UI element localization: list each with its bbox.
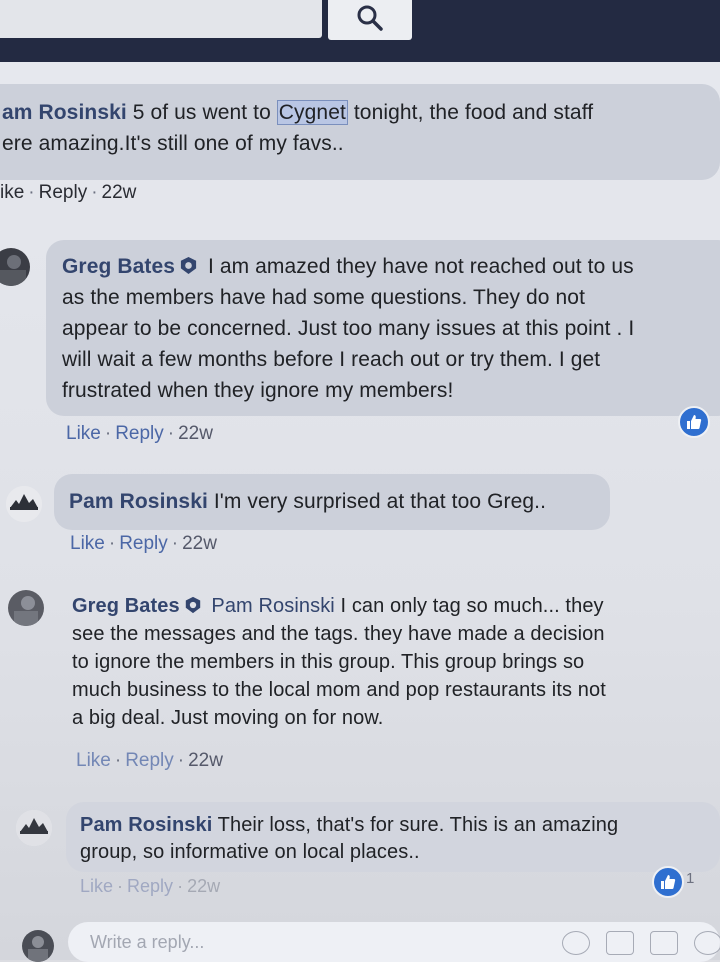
- like-icon: [661, 875, 676, 889]
- gif-icon[interactable]: [650, 931, 678, 955]
- avatar[interactable]: [0, 248, 30, 286]
- avatar[interactable]: [8, 590, 44, 626]
- like-link[interactable]: Like: [70, 533, 105, 554]
- top-navigation-bar: [0, 0, 720, 62]
- like-link[interactable]: ike: [0, 182, 24, 203]
- reply-link[interactable]: Reply: [39, 182, 88, 203]
- timestamp[interactable]: 22w: [102, 182, 137, 203]
- comment-actions: Like · Reply · 22w: [80, 876, 221, 896]
- like-link[interactable]: Like: [76, 750, 111, 771]
- reply-composer[interactable]: Write a reply...: [68, 922, 720, 962]
- reply-link[interactable]: Reply: [127, 876, 173, 896]
- comment-text: am Rosinski 5 of us went to Cygnet tonig…: [2, 100, 594, 155]
- timestamp[interactable]: 22w: [182, 533, 217, 554]
- comment-actions: ike · Reply · 22w: [0, 182, 137, 203]
- comments-feed: am Rosinski 5 of us went to Cygnet tonig…: [0, 62, 720, 960]
- emoji-icon[interactable]: [562, 931, 590, 955]
- reply-link[interactable]: Reply: [125, 750, 174, 771]
- admin-badge-icon: [180, 256, 197, 275]
- reply-input-placeholder: Write a reply...: [90, 932, 205, 952]
- sticker-icon[interactable]: [694, 931, 720, 955]
- like-icon: [687, 415, 702, 429]
- comment-text: Greg Bates I am amazed they have not rea…: [62, 255, 635, 402]
- search-input[interactable]: [0, 0, 322, 38]
- highlighted-term: Cygnet: [276, 100, 348, 125]
- reaction-count: 1: [686, 870, 695, 887]
- timestamp[interactable]: 22w: [188, 750, 223, 771]
- comment-author[interactable]: Pam Rosinski: [69, 490, 208, 513]
- reply-link[interactable]: Reply: [119, 533, 168, 554]
- reaction-badge[interactable]: [652, 866, 684, 898]
- admin-badge-icon: [185, 596, 200, 614]
- like-link[interactable]: Like: [66, 423, 101, 444]
- camera-icon[interactable]: [606, 931, 634, 955]
- timestamp[interactable]: 22w: [187, 876, 220, 896]
- tagged-user[interactable]: Pam Rosinski: [206, 595, 335, 617]
- search-icon: [357, 5, 383, 31]
- avatar[interactable]: [6, 486, 42, 522]
- reply-link[interactable]: Reply: [115, 423, 164, 444]
- comment-text: Pam Rosinski Their loss, that's for sure…: [80, 814, 619, 863]
- avatar[interactable]: [16, 810, 52, 846]
- composer-avatar: [22, 930, 54, 962]
- comment-actions: Like · Reply · 22w: [76, 750, 223, 771]
- comment-actions: Like · Reply · 22w: [66, 423, 213, 444]
- comment-author[interactable]: am Rosinski: [2, 101, 127, 124]
- comment-actions: Like · Reply · 22w: [70, 533, 217, 554]
- timestamp[interactable]: 22w: [178, 423, 213, 444]
- search-button[interactable]: [328, 0, 412, 40]
- comment-text: Greg Bates Pam Rosinski I can only tag s…: [72, 595, 606, 729]
- comment-text: Pam Rosinski I'm very surprised at that …: [69, 490, 547, 513]
- reaction-badge[interactable]: [678, 406, 710, 438]
- like-link[interactable]: Like: [80, 876, 113, 896]
- comment-author[interactable]: Greg Bates: [62, 255, 175, 278]
- comment-author[interactable]: Greg Bates: [72, 595, 180, 617]
- comment-author[interactable]: Pam Rosinski: [80, 814, 212, 836]
